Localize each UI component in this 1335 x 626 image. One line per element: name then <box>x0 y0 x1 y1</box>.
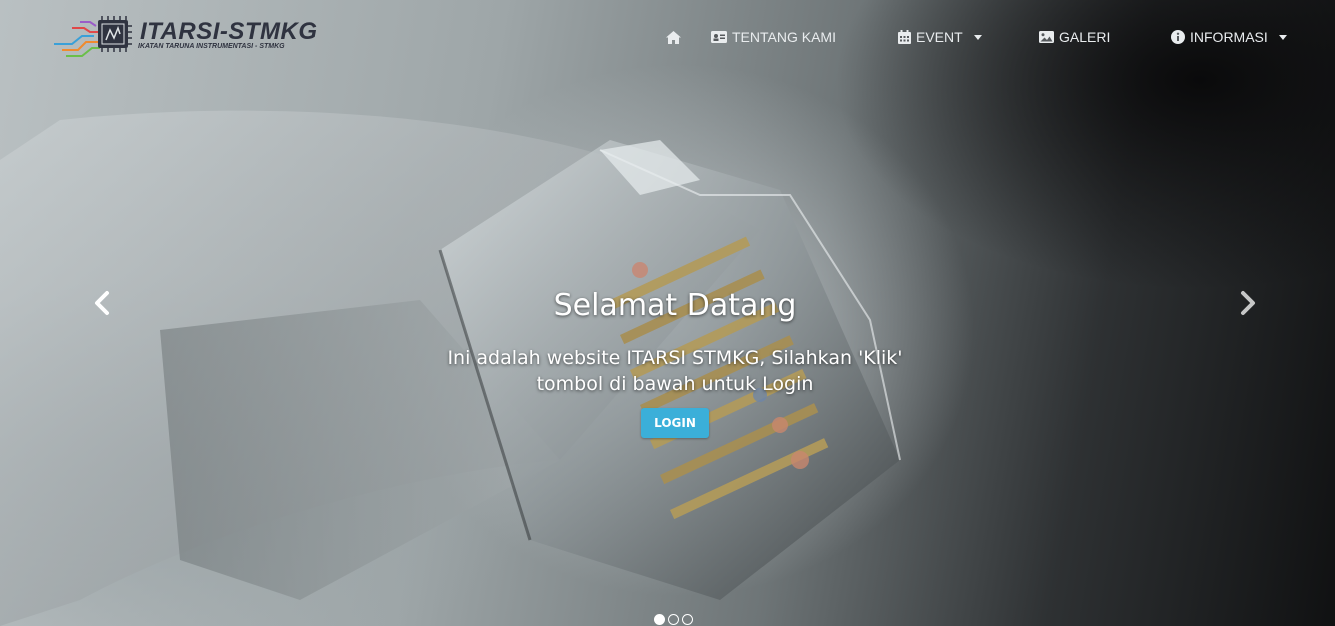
nav-informasi-label: INFORMASI <box>1190 29 1268 45</box>
chevron-right-icon <box>1241 291 1255 315</box>
home-icon <box>665 30 682 45</box>
brand-subtitle: IKATAN TARUNA INSTRUMENTASI - STMKG <box>138 43 285 50</box>
nav-tentang-kami[interactable]: TENTANG KAMI <box>711 27 836 47</box>
top-navbar: ITARSI-STMKG IKATAN TARUNA INSTRUMENTASI… <box>0 0 1335 74</box>
chevron-down-icon <box>973 34 982 40</box>
chevron-left-icon <box>95 291 109 315</box>
nav-event-dropdown[interactable]: EVENT <box>898 27 982 47</box>
carousel-prev-button[interactable] <box>90 290 114 316</box>
nav-galeri[interactable]: GALERI <box>1039 27 1110 47</box>
carousel-indicator[interactable] <box>682 614 693 625</box>
nav-galeri-label: GALERI <box>1059 29 1111 45</box>
hero-carousel: ITARSI-STMKG IKATAN TARUNA INSTRUMENTASI… <box>0 0 1335 626</box>
nav-home[interactable] <box>665 27 682 47</box>
carousel-next-button[interactable] <box>1236 290 1260 316</box>
carousel-indicator[interactable] <box>668 614 679 625</box>
nav-event-label: EVENT <box>916 29 963 45</box>
nav-informasi-dropdown[interactable]: INFORMASI <box>1171 27 1287 47</box>
nav-tentang-kami-label: TENTANG KAMI <box>732 29 836 45</box>
chevron-down-icon <box>1278 34 1287 40</box>
id-card-icon <box>711 31 727 43</box>
info-circle-icon <box>1171 30 1185 44</box>
carousel-text: Ini adalah website ITARSI STMKG, Silahka… <box>447 347 903 395</box>
login-button[interactable]: LOGIN <box>641 408 709 438</box>
carousel-indicators <box>654 614 693 625</box>
circuit-chip-icon <box>54 16 132 57</box>
carousel-indicator[interactable] <box>654 614 665 625</box>
brand-logo[interactable]: ITARSI-STMKG IKATAN TARUNA INSTRUMENTASI… <box>52 14 327 60</box>
calendar-icon <box>898 30 911 44</box>
carousel-heading: Selamat Datang <box>553 288 797 323</box>
brand-title: ITARSI-STMKG <box>140 18 318 45</box>
carousel-caption: Selamat Datang Ini adalah website ITARSI… <box>330 288 1020 438</box>
image-icon <box>1039 31 1054 43</box>
